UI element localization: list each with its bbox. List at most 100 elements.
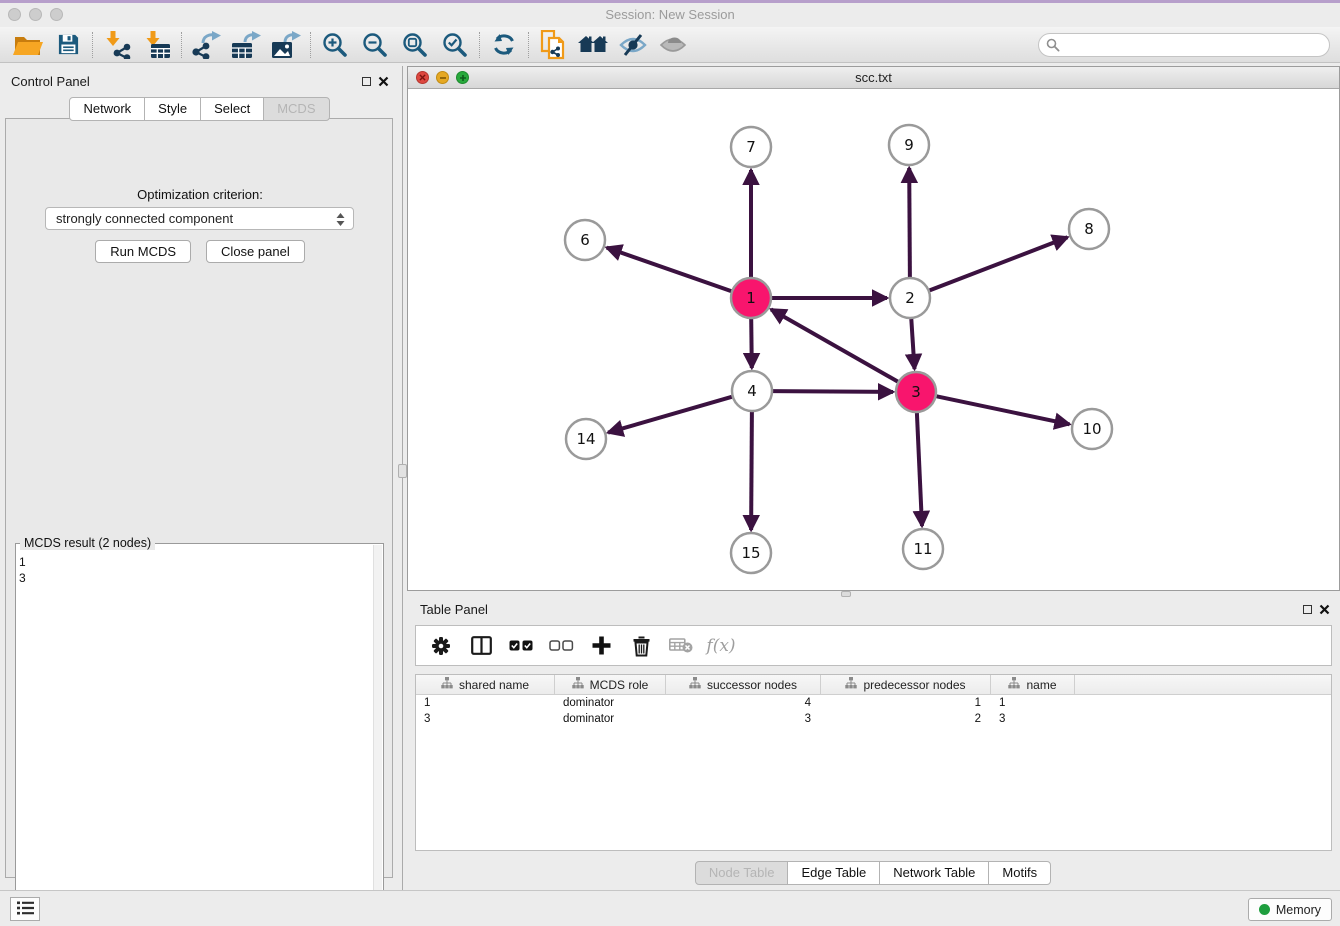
column-view-icon[interactable] bbox=[468, 631, 494, 661]
table-cell[interactable]: 3 bbox=[991, 711, 1075, 727]
graph-edge-3-1[interactable] bbox=[771, 309, 898, 381]
table-cell[interactable]: 1 bbox=[991, 695, 1075, 711]
tab-node-table[interactable]: Node Table bbox=[695, 861, 789, 885]
zoom-out-icon[interactable] bbox=[355, 29, 395, 61]
task-history-button[interactable] bbox=[10, 897, 40, 921]
graph-edge-2-8[interactable] bbox=[930, 237, 1068, 290]
graph-edge-1-6[interactable] bbox=[607, 248, 732, 292]
table-cell[interactable]: 4 bbox=[666, 695, 821, 711]
network-window-titlebar[interactable]: scc.txt bbox=[408, 67, 1339, 89]
close-panel-icon[interactable] bbox=[378, 76, 389, 87]
graph-node-label: 9 bbox=[904, 136, 914, 154]
graph-node-label: 8 bbox=[1084, 220, 1094, 238]
mcds-result-title: MCDS result (2 nodes) bbox=[20, 536, 155, 550]
save-session-icon[interactable] bbox=[48, 29, 88, 61]
zoom-in-icon[interactable] bbox=[315, 29, 355, 61]
table-cell[interactable]: 1 bbox=[821, 695, 991, 711]
zoom-selected-icon[interactable] bbox=[435, 29, 475, 61]
table-cell[interactable]: 3 bbox=[416, 711, 555, 727]
export-image-icon[interactable] bbox=[266, 29, 306, 61]
table-cell[interactable]: 1 bbox=[416, 695, 555, 711]
splitter-grip[interactable] bbox=[398, 464, 407, 478]
tab-select[interactable]: Select bbox=[200, 97, 264, 121]
toolbar-separator bbox=[479, 32, 480, 58]
tab-edge-table[interactable]: Edge Table bbox=[787, 861, 880, 885]
close-panel-icon[interactable] bbox=[1319, 604, 1330, 615]
graph-edge-4-15[interactable] bbox=[751, 412, 752, 530]
tab-style[interactable]: Style bbox=[144, 97, 201, 121]
table-panel-tabs: Node TableEdge TableNetwork TableMotifs bbox=[407, 861, 1340, 885]
column-header-name[interactable]: name bbox=[991, 675, 1075, 694]
zoom-fit-icon[interactable] bbox=[395, 29, 435, 61]
network-canvas[interactable]: 7968124314101511 bbox=[408, 89, 1339, 590]
graph-node-label: 3 bbox=[911, 383, 921, 401]
graph-edge-2-9[interactable] bbox=[909, 168, 910, 277]
unselect-all-icon[interactable] bbox=[548, 631, 574, 661]
search-icon bbox=[1046, 38, 1060, 55]
settings-gear-icon[interactable] bbox=[428, 631, 454, 661]
result-scrollbar[interactable] bbox=[373, 545, 382, 922]
graph-edge-3-11[interactable] bbox=[917, 413, 922, 526]
column-header-successor-nodes[interactable]: successor nodes bbox=[666, 675, 821, 694]
toolbar-separator bbox=[92, 32, 93, 58]
tab-network[interactable]: Network bbox=[69, 97, 145, 121]
tab-network-table[interactable]: Network Table bbox=[879, 861, 989, 885]
titlebar: Session: New Session bbox=[0, 3, 1340, 27]
open-file-icon[interactable] bbox=[8, 29, 48, 61]
show-all-icon[interactable] bbox=[653, 29, 693, 61]
optimization-criterion-select[interactable]: strongly connected component bbox=[45, 207, 354, 230]
table-cell[interactable]: dominator bbox=[555, 695, 666, 711]
delete-column-icon[interactable] bbox=[628, 631, 654, 661]
column-header-label: predecessor nodes bbox=[863, 678, 965, 692]
refresh-icon[interactable] bbox=[484, 29, 524, 61]
window-title: Session: New Session bbox=[0, 7, 1340, 22]
hide-selected-icon[interactable] bbox=[613, 29, 653, 61]
attribute-tree-icon bbox=[441, 677, 453, 692]
graph-node-label: 11 bbox=[913, 540, 932, 558]
graph-edge-4-14[interactable] bbox=[608, 397, 732, 433]
home-network-icon[interactable] bbox=[573, 29, 613, 61]
search-input[interactable] bbox=[1038, 33, 1330, 57]
search-field[interactable] bbox=[1038, 33, 1330, 57]
toolbar-separator bbox=[528, 32, 529, 58]
list-icon bbox=[17, 901, 34, 918]
memory-button[interactable]: Memory bbox=[1248, 898, 1332, 921]
table-row[interactable]: 1dominator411 bbox=[416, 695, 1331, 711]
table-cell[interactable]: 2 bbox=[821, 711, 991, 727]
vertical-splitter[interactable] bbox=[395, 66, 407, 890]
run-mcds-button[interactable]: Run MCDS bbox=[95, 240, 191, 263]
clone-network-icon[interactable] bbox=[533, 29, 573, 61]
node-table[interactable]: shared name MCDS role successor nodes prede… bbox=[415, 674, 1332, 851]
delete-table-icon[interactable] bbox=[668, 631, 694, 661]
graph-edge-3-10[interactable] bbox=[937, 396, 1070, 424]
tab-motifs[interactable]: Motifs bbox=[988, 861, 1051, 885]
table-row[interactable]: 3dominator323 bbox=[416, 711, 1331, 727]
main-toolbar bbox=[0, 27, 1340, 63]
graph-edge-2-3[interactable] bbox=[911, 319, 914, 369]
column-header-label: MCDS role bbox=[590, 678, 649, 692]
tab-mcds[interactable]: MCDS bbox=[263, 97, 329, 121]
export-network-icon[interactable] bbox=[186, 29, 226, 61]
float-panel-icon[interactable] bbox=[1303, 605, 1312, 614]
close-panel-button[interactable]: Close panel bbox=[206, 240, 305, 263]
graph-edge-1-4[interactable] bbox=[751, 319, 752, 368]
graph-node-label: 7 bbox=[746, 138, 756, 156]
import-table-icon[interactable] bbox=[137, 29, 177, 61]
column-header-MCDS-role[interactable]: MCDS role bbox=[555, 675, 666, 694]
function-builder-icon[interactable]: f(x) bbox=[708, 631, 734, 661]
table-cell[interactable]: 3 bbox=[666, 711, 821, 727]
add-column-icon[interactable] bbox=[588, 631, 614, 661]
attribute-tree-icon bbox=[1008, 677, 1020, 692]
table-cell[interactable]: dominator bbox=[555, 711, 666, 727]
import-network-icon[interactable] bbox=[97, 29, 137, 61]
graph-edge-4-3[interactable] bbox=[773, 391, 893, 392]
export-table-icon[interactable] bbox=[226, 29, 266, 61]
column-header-shared-name[interactable]: shared name bbox=[416, 675, 555, 694]
mcds-result-line: 1 bbox=[19, 554, 373, 570]
float-panel-icon[interactable] bbox=[362, 77, 371, 86]
attribute-tree-icon bbox=[572, 677, 584, 692]
column-header-predecessor-nodes[interactable]: predecessor nodes bbox=[821, 675, 991, 694]
table-header-row: shared name MCDS role successor nodes prede… bbox=[416, 675, 1331, 695]
graph-node-label: 10 bbox=[1082, 420, 1101, 438]
select-all-icon[interactable] bbox=[508, 631, 534, 661]
